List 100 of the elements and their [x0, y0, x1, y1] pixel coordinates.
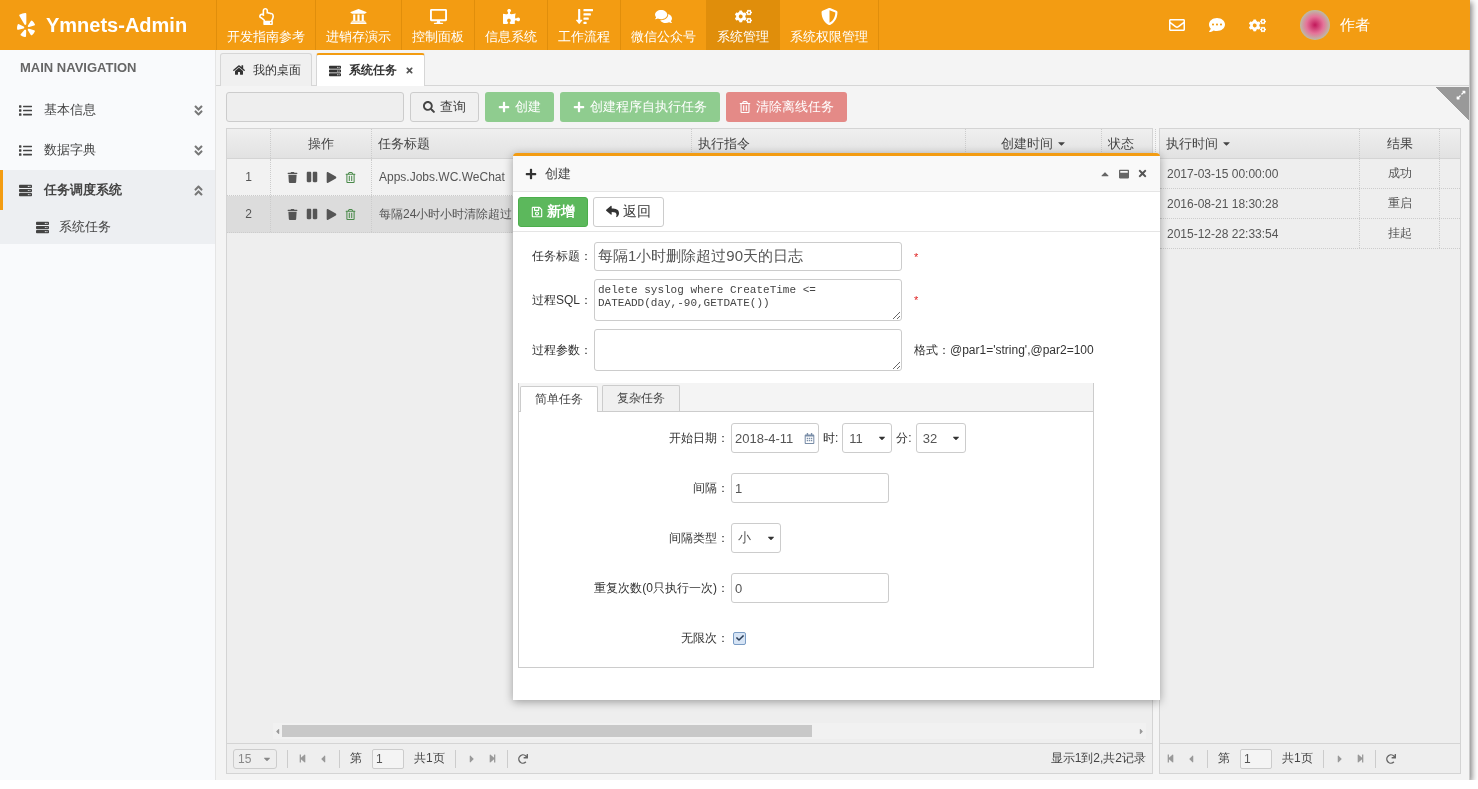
close-icon[interactable]	[1137, 168, 1148, 179]
first-page-icon[interactable]	[1166, 754, 1175, 763]
refresh-icon[interactable]	[517, 753, 528, 764]
field-label: 开始日期：	[668, 429, 729, 447]
dialog-tab[interactable]: 复杂任务	[602, 385, 680, 411]
field-label: 任务标题：	[531, 248, 592, 265]
page-label: 第	[1218, 750, 1230, 767]
field-label: 间隔：	[692, 479, 729, 497]
message-icon[interactable]	[1209, 17, 1225, 33]
textarea-field[interactable]: delete syslog where CreateTime <= DATEADD(day,-90,GETDATE())	[594, 279, 902, 321]
play-icon[interactable]	[325, 208, 337, 220]
delete-icon[interactable]	[286, 208, 298, 220]
plus-icon	[573, 101, 585, 113]
first-page-icon[interactable]	[298, 754, 307, 763]
column-header[interactable]: 执行时间	[1160, 129, 1360, 158]
gears-icon	[734, 8, 752, 25]
table-cell: 重启	[1360, 189, 1440, 218]
shield-icon	[820, 8, 838, 25]
trash-icon[interactable]	[344, 171, 356, 183]
sidebar-subitem[interactable]: 系统任务	[0, 210, 215, 244]
plus-icon	[498, 101, 510, 113]
table-cell: 成功	[1360, 159, 1440, 188]
page-tab[interactable]: 系统任务	[316, 53, 425, 86]
minute-label: 分:	[896, 429, 912, 447]
last-page-icon[interactable]	[1355, 754, 1365, 763]
expand-icon	[192, 103, 205, 117]
close-icon[interactable]	[405, 66, 414, 75]
check-icon	[735, 634, 744, 642]
toolbar-button[interactable]: 查询	[410, 92, 479, 122]
dialog-title: 创建	[545, 164, 572, 183]
expand-icon	[192, 143, 205, 157]
required-mark: *	[914, 294, 919, 306]
chat-icon	[655, 8, 672, 25]
field-label: 间隔类型：	[668, 529, 729, 547]
trash-icon[interactable]	[344, 208, 356, 220]
scroll-left-icon[interactable]	[273, 726, 282, 736]
hour-select[interactable]: 11	[842, 423, 893, 453]
date-field[interactable]: 2018-4-11	[731, 423, 819, 453]
server-icon	[329, 64, 341, 77]
input-field[interactable]: 0	[731, 573, 889, 603]
sort-icon	[575, 8, 593, 25]
sidebar-heading: MAIN NAVIGATION	[19, 59, 138, 77]
required-mark: *	[914, 250, 919, 263]
pointing-hand-icon	[257, 8, 275, 25]
page-number-field[interactable]: 1	[1240, 748, 1272, 769]
textarea-field[interactable]	[594, 329, 902, 371]
sidebar-item[interactable]: 基本信息	[0, 90, 215, 130]
table-cell: 挂起	[1360, 219, 1440, 248]
input-field[interactable]: 1	[731, 473, 889, 503]
interval-type-select[interactable]: 小	[731, 523, 781, 553]
bank-icon	[350, 8, 367, 25]
calendar-icon[interactable]	[804, 432, 815, 444]
settings-icon[interactable]	[1249, 16, 1266, 34]
reply-arrow-icon	[606, 205, 619, 218]
scroll-right-icon[interactable]	[1137, 726, 1146, 736]
list-icon	[19, 103, 32, 117]
home-icon	[233, 64, 245, 76]
maximize-icon[interactable]	[1119, 168, 1129, 179]
puzzle-icon	[502, 8, 520, 25]
sidebar-item[interactable]: 数据字典	[0, 130, 215, 170]
search-field[interactable]	[226, 92, 404, 122]
collapse-icon	[192, 183, 205, 197]
pause-icon[interactable]	[305, 208, 318, 220]
column-header[interactable]: 结果	[1360, 129, 1440, 158]
sidebar-item[interactable]: 任务调度系统	[0, 170, 215, 210]
brand-name: Ymnets-Admin	[46, 13, 188, 37]
dialog-tab[interactable]: 简单任务	[520, 386, 598, 412]
play-icon[interactable]	[325, 171, 337, 183]
server-icon	[19, 183, 32, 197]
row-number: 2	[227, 196, 271, 232]
field-label: 重复次数(0只执行一次)：	[593, 579, 729, 597]
hour-label: 时:	[823, 429, 839, 447]
mail-icon[interactable]	[1169, 17, 1185, 33]
format-hint: 格式：@par1='string',@par2=100	[914, 341, 1094, 359]
logo-icon	[14, 13, 38, 37]
total-pages: 共1页	[1282, 750, 1313, 767]
checkbox[interactable]	[733, 631, 746, 645]
search-icon	[423, 101, 435, 113]
expand-icon	[1456, 90, 1466, 100]
server-icon	[36, 220, 49, 234]
column-header[interactable]: 操作	[271, 129, 372, 158]
field-label: 无限次：	[680, 629, 729, 647]
back-button[interactable]: 返回	[593, 196, 664, 227]
last-page-icon[interactable]	[487, 754, 497, 763]
delete-icon[interactable]	[286, 171, 298, 183]
field-label: 过程参数：	[531, 341, 592, 359]
trash-icon	[739, 101, 751, 113]
field-label: 过程SQL：	[531, 291, 592, 309]
record-summary: 显示1到2,共2记录	[1050, 750, 1146, 767]
list-icon	[19, 143, 32, 157]
monitor-icon	[429, 8, 447, 25]
plus-icon	[525, 167, 537, 180]
page-tab[interactable]: 我的桌面	[220, 53, 312, 86]
refresh-icon[interactable]	[1385, 753, 1396, 764]
total-pages: 共1页	[414, 750, 445, 767]
pause-icon[interactable]	[305, 171, 318, 183]
page-number-field[interactable]: 1	[372, 748, 404, 769]
minute-select[interactable]: 32	[915, 423, 966, 453]
input-field[interactable]: 每隔1小时删除超过90天的日志	[594, 242, 902, 271]
avatar	[1300, 10, 1330, 40]
